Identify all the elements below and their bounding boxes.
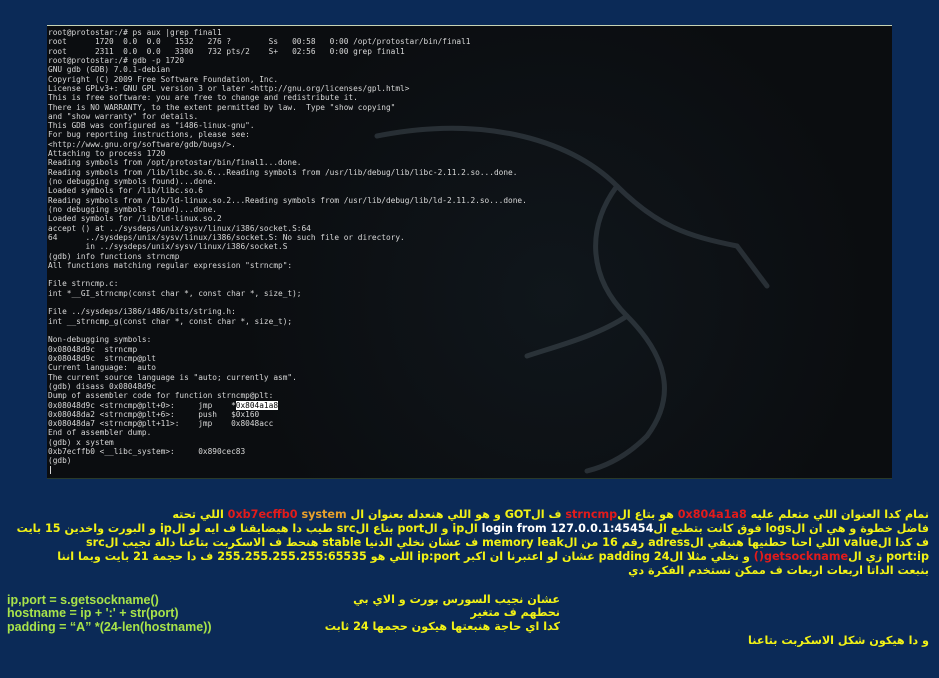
comment-padding: كدا اي حاجة هنبعتها هيكون حجمها 24 ثابت xyxy=(324,620,560,633)
terminal-line: Loaded symbols for /lib/libc.so.6 xyxy=(48,186,203,196)
terminal-line: (gdb) x system xyxy=(48,437,114,447)
terminal-line: 0x08048da2 <strncmp@plt+6>: push $0x160 xyxy=(48,409,260,419)
terminal-line: All functions matching regular expressio… xyxy=(48,260,293,270)
terminal-line: Reading symbols from /lib/ld-linux.so.2.… xyxy=(48,195,527,205)
terminal-line: License GPLv3+: GNU GPL version 3 or lat… xyxy=(48,83,410,93)
terminal-line: File strncmp.c: xyxy=(48,279,119,289)
strncmp-name: strncmp xyxy=(565,508,618,521)
terminal-line: int __strncmp_g(const char *, const char… xyxy=(48,316,293,326)
terminal-cursor xyxy=(50,465,51,474)
terminal-line: 0xb7ecffb0 <__libc_system>: 0x890cec83 xyxy=(48,447,246,457)
comment-getsockname: عشان نجيب السورس بورت و الاي بي xyxy=(353,593,560,606)
terminal-line: Copyright (C) 2009 Free Software Foundat… xyxy=(48,74,279,84)
terminal-line: root@protostar:/# gdb -p 1720 xyxy=(48,55,185,65)
terminal-line: int *__GI_strncmp(const char *, const ch… xyxy=(48,288,302,298)
terminal-line: File ../sysdeps/i386/i486/bits/string.h: xyxy=(48,307,236,317)
terminal-line-highlighted: 0x08048d9c <strncmp@plt+0>: jmp *0x804a1… xyxy=(48,400,884,410)
text-segment: و نخلي مثلا الpadding 24 عشان لو اعتبرنا… xyxy=(57,550,754,563)
code-line-hostname: hostname = ip + ':' + str(port) xyxy=(7,606,179,620)
terminal-line: End of assembler dump. xyxy=(48,428,152,438)
terminal-line: (gdb) info functions strncmp xyxy=(48,251,180,261)
code-line-padding: padding = “A” *(24-len(hostname)) xyxy=(7,620,212,634)
terminal-line: Loaded symbols for /lib/ld-linux.so.2 xyxy=(48,214,222,224)
article-body: نمام كدا العنوان اللي متعلم عليه 0x804a1… xyxy=(0,478,939,678)
paragraph-getsockname: port:ip زي الgetsockname() و نخلي مثلا ا… xyxy=(57,550,929,564)
terminal-line: root 2311 0.0 0.0 3300 732 pts/2 S+ 02:5… xyxy=(48,46,405,56)
terminal-line: Attaching to process 1720 xyxy=(48,149,166,159)
closing-text: و دا هيكون شكل الاسكربت بتاعنا xyxy=(748,634,929,647)
terminal-line: (gdb) xyxy=(48,456,72,466)
terminal-line: Non-debugging symbols: xyxy=(48,335,152,345)
text-segment: نمام كدا العنوان اللي متعلم عليه xyxy=(746,508,929,521)
got-address: 0x804a1a8 xyxy=(677,508,747,521)
terminal-line: Reading symbols from /lib/libc.so.6...Re… xyxy=(48,167,518,177)
paragraph-memory-leak: ف كدا الvalue اللي احنا حطنيها هنبقي الa… xyxy=(85,536,929,549)
system-name: system xyxy=(297,508,347,521)
terminal-line: 0x08048d9c strncmp xyxy=(48,344,138,354)
terminal-line: Current language: auto xyxy=(48,363,156,373)
terminal-line: 0x08048d9c strncmp@plt xyxy=(48,353,156,363)
highlighted-got-address: 0x804a1a8 xyxy=(235,400,279,410)
terminal-line: (gdb) disass 0x08048d9c xyxy=(48,381,156,391)
terminal-line: This is free software: you are free to c… xyxy=(48,93,358,103)
terminal-line: <http://www.gnu.org/software/gdb/bugs/>. xyxy=(48,139,236,149)
terminal-line: There is NO WARRANTY, to the extent perm… xyxy=(48,102,396,112)
text-segment: فاضل خطوة و هي ان الlogs فوق كانت بتطبع … xyxy=(653,522,929,535)
text-segment: ف الGOT و هو اللي هنعدله بعنوان ال xyxy=(346,508,566,521)
terminal-line: (no debugging symbols found)...done. xyxy=(48,204,217,214)
comment-hostname: نحطهم ف متغير xyxy=(470,606,560,619)
system-address: 0xb7ecffb0 xyxy=(227,508,298,521)
terminal-line: in ../sysdeps/unix/sysv/linux/i386/socke… xyxy=(48,242,288,252)
terminal-line: 64 ../sysdeps/unix/sysv/linux/i386/socke… xyxy=(48,232,405,242)
paragraph-got-address: نمام كدا العنوان اللي متعلم عليه 0x804a1… xyxy=(172,508,929,522)
text-segment: اللي تحته xyxy=(172,508,228,521)
text-segment: هو بتاع ال xyxy=(617,508,678,521)
terminal-line: For bug reporting instructions, please s… xyxy=(48,130,250,140)
terminal-screenshot: root@protostar:/# ps aux |grep final1 roo… xyxy=(47,25,892,479)
terminal-line: 0x08048da7 <strncmp@plt+11>: jmp 0x8048a… xyxy=(48,419,274,429)
login-log-sample: login from 127.0.0.1:45454 xyxy=(481,522,654,535)
terminal-line: GNU gdb (GDB) 7.0.1-debian xyxy=(48,65,171,75)
paragraph-logs: فاضل خطوة و هي ان الlogs فوق كانت بتطبع … xyxy=(17,522,929,536)
asm-prefix: 0x08048d9c <strncmp@plt+0>: jmp * xyxy=(48,400,236,410)
terminal-line: and "show warranty" for details. xyxy=(48,111,199,121)
text-segment: الip و الport بتاع الsrc طيب دا هيضايقنا… xyxy=(16,522,482,535)
terminal-line: This GDB was configured as "i486-linux-g… xyxy=(48,121,255,131)
terminal-line: The current source language is "auto; cu… xyxy=(48,372,297,382)
terminal-line: Dump of assembler code for function strn… xyxy=(48,391,274,401)
terminal-line: (no debugging symbols found)...done. xyxy=(48,177,217,186)
terminal-line: root@protostar:/# ps aux |grep final1 xyxy=(48,28,222,37)
getsockname-name: getsockname() xyxy=(753,550,849,563)
terminal-line: accept () at ../sysdeps/unix/sysv/linux/… xyxy=(48,223,311,233)
text-segment: port:ip زي ال xyxy=(848,550,929,563)
terminal-output: root@protostar:/# ps aux |grep final1 roo… xyxy=(48,28,884,475)
terminal-line: Reading symbols from /opt/protostar/bin/… xyxy=(48,158,302,168)
paragraph-idea: بنبعت الداتا اربعات اربعات ف ممكن نستخدم… xyxy=(628,564,929,577)
terminal-line: root 1720 0.0 0.0 1532 276 ? Ss 00:58 0:… xyxy=(48,37,471,47)
